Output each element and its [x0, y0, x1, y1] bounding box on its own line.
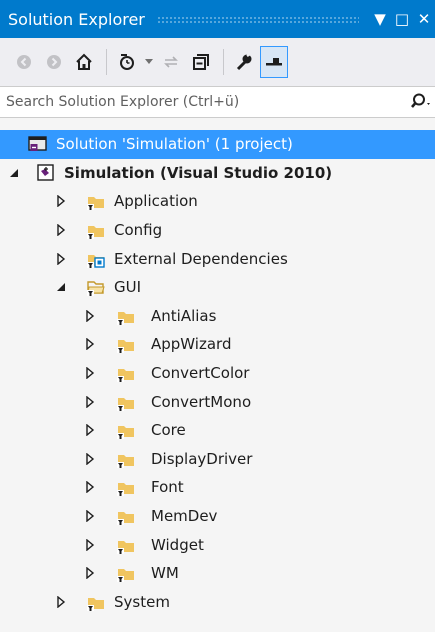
collapsed-arrow-icon[interactable]: [84, 481, 96, 494]
tree-item-label: System: [114, 592, 170, 611]
toolbar: [0, 38, 435, 86]
filter-dropdown-button[interactable]: [143, 46, 155, 78]
collapse-all-icon: [193, 54, 209, 70]
filter-folder-icon: [117, 426, 134, 440]
collapsed-arrow-icon[interactable]: [84, 395, 96, 408]
preview-icon: [266, 58, 282, 66]
panel-title: Solution Explorer: [8, 9, 145, 29]
tree-item-label: GUI: [114, 278, 142, 297]
pending-changes-filter-button[interactable]: [113, 46, 141, 78]
tree-item-folder[interactable]: External Dependencies: [0, 244, 435, 273]
preview-selected-items-button[interactable]: [260, 46, 288, 78]
filter-folder-icon: [117, 540, 134, 554]
filter-folder-icon: [117, 483, 134, 497]
filter-folder-icon: [87, 226, 104, 240]
filter-folder-icon: [117, 397, 134, 411]
collapsed-arrow-icon[interactable]: [84, 452, 96, 465]
tree-item-folder[interactable]: Widget: [0, 530, 435, 559]
filter-folder-icon: [87, 597, 104, 611]
forward-button[interactable]: [40, 46, 68, 78]
title-grip[interactable]: [156, 15, 359, 23]
tree-item-folder[interactable]: DisplayDriver: [0, 445, 435, 474]
tree-item-folder-gui[interactable]: GUI: [0, 273, 435, 302]
tree-item-label: MemDev: [151, 507, 218, 526]
tree-item-label: ConvertColor: [151, 364, 250, 383]
forward-icon: [47, 55, 61, 69]
project-icon: [37, 164, 54, 181]
search-input[interactable]: [0, 93, 403, 111]
tree-item-label: Core: [151, 421, 186, 440]
open-filter-folder-icon: [87, 281, 105, 297]
search-box: [0, 86, 435, 118]
tree-item-folder[interactable]: Application: [0, 187, 435, 216]
external-dependencies-icon: [87, 254, 105, 268]
filter-folder-icon: [87, 197, 104, 211]
tree-item-folder[interactable]: AppWizard: [0, 330, 435, 359]
filter-folder-icon: [117, 454, 134, 468]
collapsed-arrow-icon[interactable]: [84, 538, 96, 551]
tree-item-folder[interactable]: ConvertMono: [0, 387, 435, 416]
tree-item-label: Simulation (Visual Studio 2010): [64, 163, 333, 182]
tree-item-folder[interactable]: Core: [0, 416, 435, 445]
tree-item-label: Font: [151, 478, 184, 497]
tree-item-folder[interactable]: MemDev: [0, 502, 435, 531]
toolbar-separator: [106, 49, 107, 75]
expanded-arrow-icon[interactable]: [55, 281, 67, 293]
home-icon: [76, 53, 92, 70]
properties-icon: [236, 52, 252, 71]
dropdown-icon: [145, 59, 153, 64]
search-icon[interactable]: [403, 93, 435, 111]
tree-item-label: AppWizard: [151, 335, 232, 354]
filter-folder-icon: [117, 569, 134, 583]
tree-item-folder[interactable]: WM: [0, 559, 435, 588]
sync-button[interactable]: [157, 46, 185, 78]
collapsed-arrow-icon[interactable]: [84, 338, 96, 351]
expanded-arrow-icon[interactable]: [8, 167, 20, 179]
solution-tree: Solution 'Simulation' (1 project) Simula…: [0, 130, 435, 616]
tree-item-label: ConvertMono: [151, 392, 252, 411]
tree-item-label: Application: [114, 192, 198, 211]
sync-icon: [164, 56, 178, 68]
window-position-dropdown-icon[interactable]: ▼: [369, 10, 391, 28]
collapsed-arrow-icon[interactable]: [55, 195, 67, 208]
tree-item-label: External Dependencies: [114, 249, 288, 268]
filter-folder-icon: [117, 311, 134, 325]
filter-folder-icon: [117, 369, 134, 383]
filter-folder-icon: [117, 512, 134, 526]
collapsed-arrow-icon[interactable]: [84, 309, 96, 322]
properties-button[interactable]: [230, 46, 258, 78]
tree-item-label: Config: [114, 221, 163, 240]
solution-icon: [28, 136, 47, 152]
tree-item-folder[interactable]: Config: [0, 216, 435, 245]
collapsed-arrow-icon[interactable]: [55, 595, 67, 608]
tree-item-folder[interactable]: System: [0, 588, 435, 617]
home-button[interactable]: [70, 46, 98, 78]
back-button[interactable]: [10, 46, 38, 78]
collapsed-arrow-icon[interactable]: [84, 567, 96, 580]
tree-item-label: Widget: [151, 535, 204, 554]
collapsed-arrow-icon[interactable]: [84, 510, 96, 523]
tree-item-label: AntiAlias: [151, 306, 217, 325]
maximize-icon[interactable]: □: [391, 10, 413, 28]
tree-item-label: DisplayDriver: [151, 449, 253, 468]
collapsed-arrow-icon[interactable]: [55, 224, 67, 237]
tree-item-project[interactable]: Simulation (Visual Studio 2010): [0, 159, 435, 188]
tree-item-label: Solution 'Simulation' (1 project): [56, 135, 293, 154]
back-icon: [17, 55, 31, 69]
toolbar-separator: [223, 49, 224, 75]
tree-item-label: WM: [151, 564, 179, 583]
collapsed-arrow-icon[interactable]: [84, 424, 96, 437]
panel-title-bar: Solution Explorer ▼ □ ✕: [0, 0, 435, 38]
tree-item-folder[interactable]: Font: [0, 473, 435, 502]
collapse-all-button[interactable]: [187, 46, 215, 78]
collapsed-arrow-icon[interactable]: [55, 252, 67, 265]
tree-item-folder[interactable]: ConvertColor: [0, 359, 435, 388]
close-icon[interactable]: ✕: [413, 10, 435, 28]
tree-item-solution[interactable]: Solution 'Simulation' (1 project): [0, 130, 435, 159]
collapsed-arrow-icon[interactable]: [84, 367, 96, 380]
tree-item-folder[interactable]: AntiAlias: [0, 302, 435, 331]
pending-changes-filter-icon: [120, 54, 134, 70]
filter-folder-icon: [117, 340, 134, 354]
